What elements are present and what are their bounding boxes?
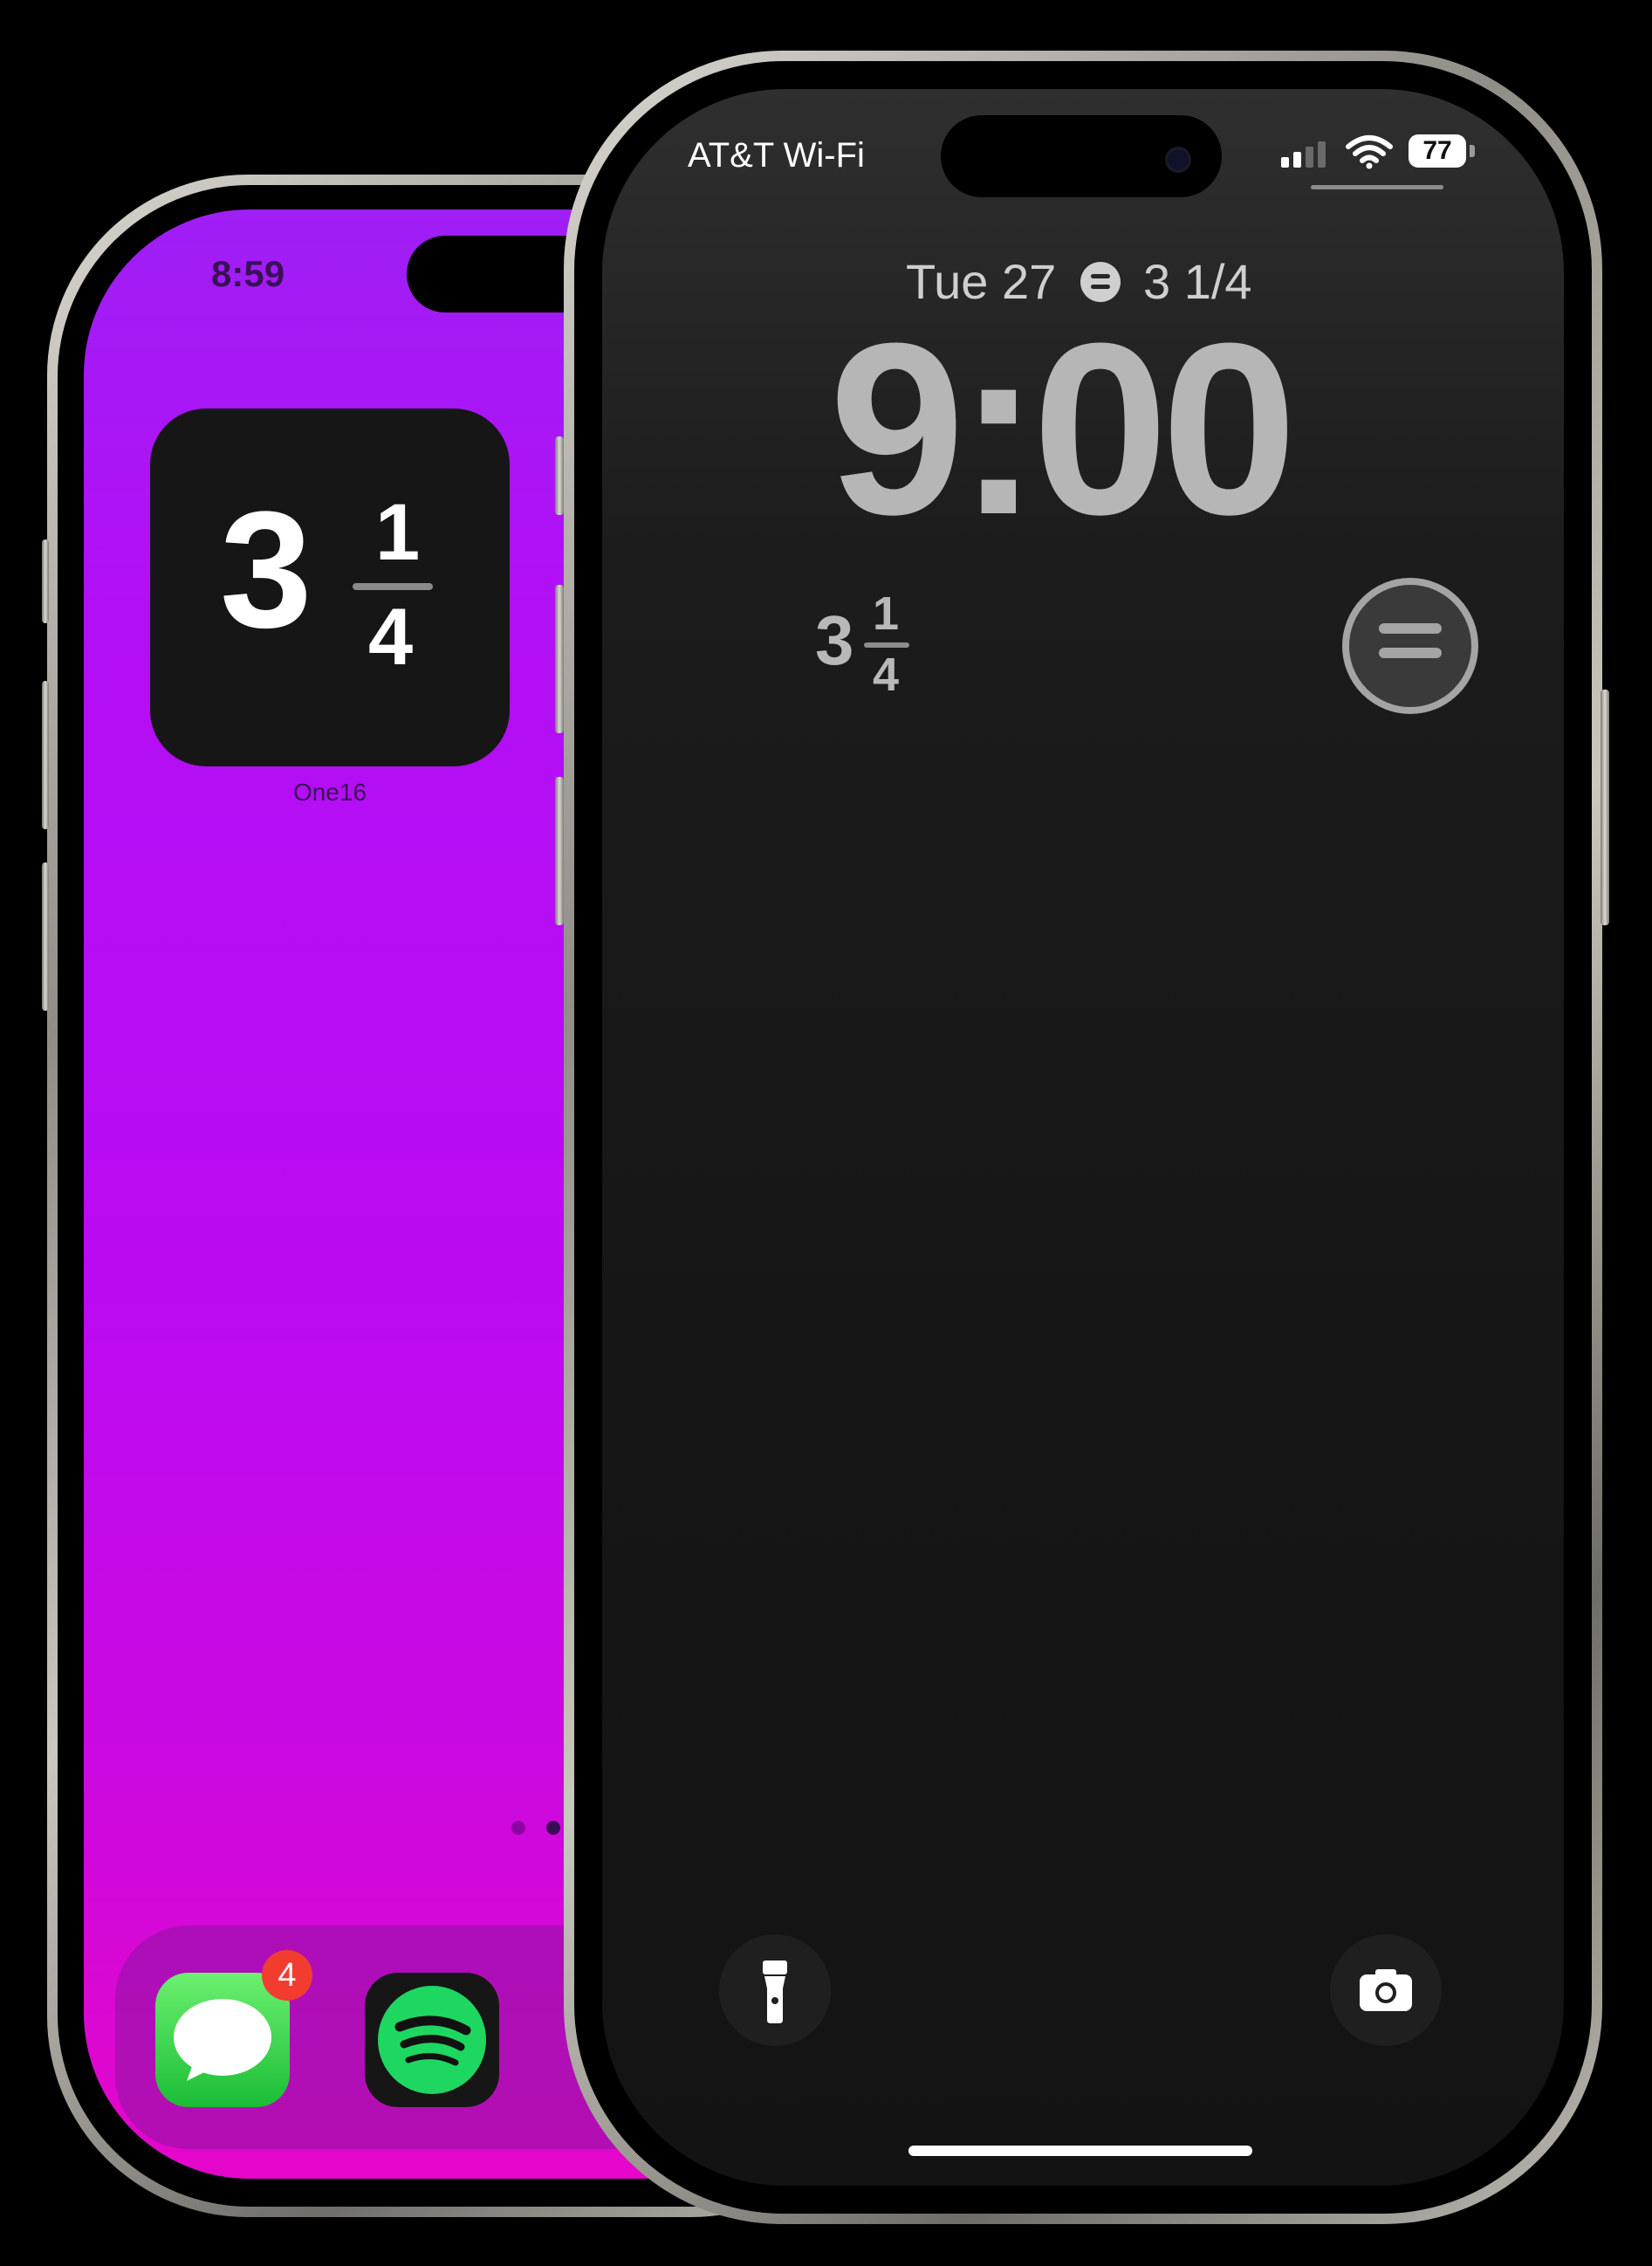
spotify-app[interactable] (365, 1973, 499, 2107)
flashlight-button[interactable] (719, 1934, 831, 2046)
action-button (42, 539, 49, 623)
widget-numerator: 1 (375, 488, 421, 577)
flashlight-icon (763, 1960, 787, 2023)
lock-clock: 9:00 (829, 293, 1297, 566)
camera-button[interactable] (1330, 1934, 1442, 2046)
volume-down-button (42, 862, 49, 1011)
widget-denominator: 4 (368, 593, 414, 682)
wifi-icon (1346, 135, 1393, 169)
lock-widget-denominator: 4 (873, 649, 900, 701)
dynamic-island (941, 115, 1222, 197)
equals-circle-widget[interactable] (1342, 578, 1478, 714)
widget-label: One16 (292, 779, 367, 806)
action-button (555, 436, 564, 515)
volume-up-button (555, 585, 564, 733)
carrier-label: AT&T Wi-Fi (688, 136, 865, 175)
camera-icon (1360, 1969, 1412, 2011)
battery-cap (1470, 145, 1475, 157)
fraction-widget[interactable]: 3 1 4 (150, 409, 510, 766)
volume-up-button (42, 681, 49, 829)
spotify-icon (378, 1986, 486, 2094)
page-dot (511, 1821, 525, 1835)
front-camera (1165, 147, 1191, 173)
widget-whole-number: 3 (220, 477, 312, 663)
volume-down-button (555, 777, 564, 925)
home-indicator[interactable] (908, 2146, 1252, 2156)
signal-icon (1281, 141, 1330, 168)
control-center-indicator[interactable] (1311, 185, 1443, 189)
fraction-bar (864, 642, 909, 648)
page-dot-active (546, 1821, 560, 1835)
lock-screen: AT&T Wi-Fi 77 Tue 27 3 1/4 9:00 3 1 4 (602, 89, 1564, 2186)
lock-widget-whole-number: 3 (815, 601, 854, 679)
side-button (1601, 690, 1609, 925)
battery-icon: 77 (1409, 134, 1466, 168)
lock-widget-numerator: 1 (873, 587, 900, 640)
status-time: 8:59 (211, 253, 285, 294)
notification-badge: 4 (262, 1950, 312, 2001)
fraction-bar (353, 583, 433, 590)
